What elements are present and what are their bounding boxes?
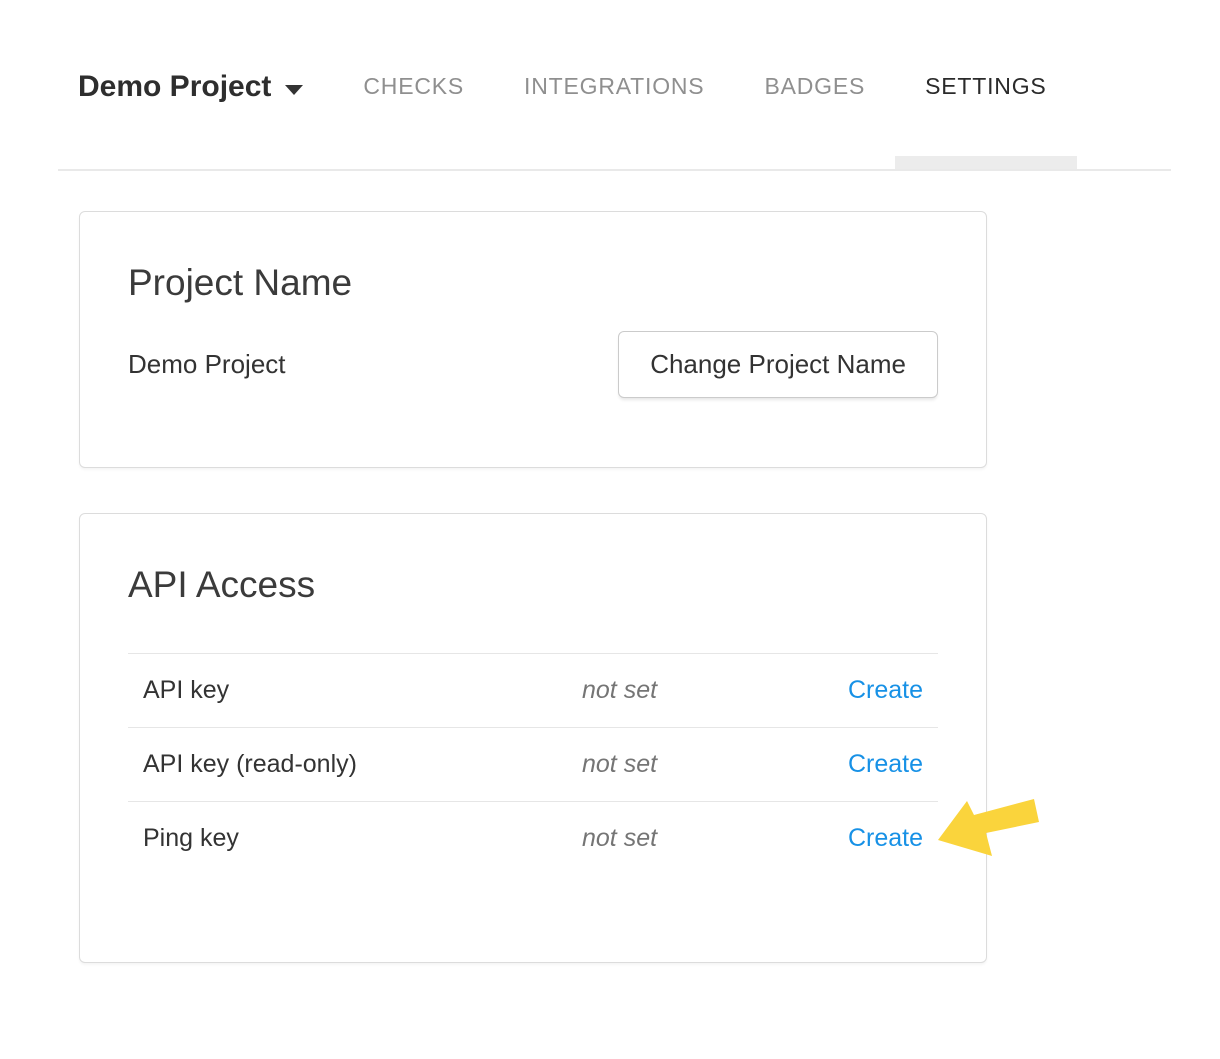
project-name-card: Project Name Demo Project Change Project… bbox=[79, 211, 987, 468]
api-keys-table: API key not set Create API key (read-onl… bbox=[128, 653, 938, 875]
nav-tabs: CHECKS INTEGRATIONS BADGES SETTINGS bbox=[333, 70, 1076, 169]
tab-settings[interactable]: SETTINGS bbox=[895, 70, 1076, 169]
project-name-card-title: Project Name bbox=[128, 262, 938, 305]
project-name-row: Demo Project Change Project Name bbox=[128, 331, 938, 398]
ping-key-value: not set bbox=[582, 824, 848, 853]
table-row-api-key: API key not set Create bbox=[128, 653, 938, 727]
api-key-value: not set bbox=[582, 676, 848, 705]
project-switcher-label: Demo Project bbox=[78, 70, 271, 104]
top-navigation-bar: Demo Project CHECKS INTEGRATIONS BADGES … bbox=[58, 0, 1171, 171]
api-key-create-link[interactable]: Create bbox=[848, 676, 923, 705]
api-access-card: API Access API key not set Create API ke… bbox=[79, 513, 987, 963]
api-key-read-only-create-link[interactable]: Create bbox=[848, 750, 923, 779]
api-key-read-only-value: not set bbox=[582, 750, 848, 779]
table-row-ping-key: Ping key not set Create bbox=[128, 801, 938, 875]
chevron-down-icon bbox=[285, 85, 303, 95]
current-project-name: Demo Project bbox=[128, 349, 286, 380]
ping-key-create-link[interactable]: Create bbox=[848, 824, 923, 853]
tab-integrations[interactable]: INTEGRATIONS bbox=[494, 70, 734, 169]
tab-badges[interactable]: BADGES bbox=[734, 70, 895, 169]
change-project-name-button[interactable]: Change Project Name bbox=[618, 331, 938, 398]
api-key-label: API key bbox=[143, 676, 582, 705]
table-row-api-key-read-only: API key (read-only) not set Create bbox=[128, 727, 938, 801]
settings-content: Project Name Demo Project Change Project… bbox=[79, 211, 987, 963]
tab-checks[interactable]: CHECKS bbox=[333, 70, 494, 169]
ping-key-label: Ping key bbox=[143, 824, 582, 853]
api-key-read-only-label: API key (read-only) bbox=[143, 750, 582, 779]
project-switcher-dropdown[interactable]: Demo Project bbox=[78, 70, 303, 104]
api-access-card-title: API Access bbox=[128, 564, 938, 607]
